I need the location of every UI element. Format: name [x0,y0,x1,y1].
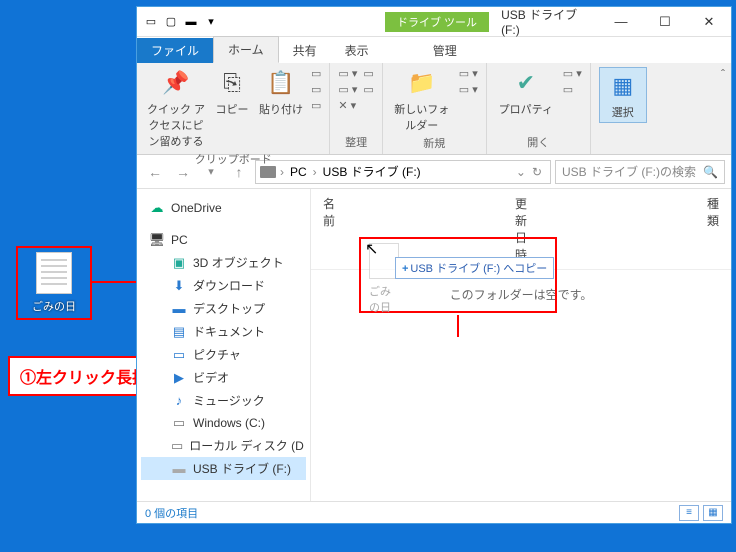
col-type[interactable]: 種類 [707,195,719,263]
tab-share[interactable]: 共有 [279,38,331,63]
cube-icon [171,255,187,271]
search-placeholder: USB ドライブ (F:)の検索 [562,163,696,180]
nav-documents[interactable]: ドキュメント [141,320,306,343]
ribbon-group-select: 選択 [591,63,655,154]
ribbon-group-open: プロパティ ▭ ▾▭ 開く [487,63,591,154]
hdd-icon [171,438,183,454]
select-icon [607,70,639,102]
properties-button[interactable]: プロパティ [495,67,557,117]
cursor-icon: ↖ [365,239,378,259]
nav-local-d[interactable]: ローカル ディスク (D [141,434,306,457]
nav-pc[interactable]: PC [141,229,306,251]
cloud-icon [149,200,165,216]
music-icon [171,393,187,409]
pin-icon [160,67,192,99]
close-button[interactable]: ✕ [687,8,731,36]
nav-videos[interactable]: ビデオ [141,366,306,389]
copy-icon [216,67,248,99]
search-icon: 🔍 [703,165,718,179]
col-name[interactable]: 名前 [323,195,335,263]
tab-file[interactable]: ファイル [137,38,213,63]
ribbon-group-clipboard: クイック アクセスにピン留めする コピー 貼り付け ▭▭▭ クリップボード [137,63,330,154]
navigation-pane: OneDrive PC 3D オブジェクト ダウンロード デスクトップ ドキュメ… [137,189,311,501]
new-small-buttons: ▭ ▾▭ ▾ [459,67,478,96]
drag-tooltip: +USB ドライブ (F:) へコピー [395,257,554,279]
tab-view[interactable]: 表示 [331,38,383,63]
context-tab-label: ドライブ ツール [385,12,489,32]
qat-icon[interactable]: ▬ [183,14,199,30]
group-label-open: 開く [495,132,582,150]
ribbon-group-organize: ▭ ▾▭ ▾✕ ▾ ▭▭ 整理 [330,63,382,154]
nav-desktop[interactable]: デスクトップ [141,297,306,320]
nav-pictures[interactable]: ピクチャ [141,343,306,366]
nav-usb-f[interactable]: USB ドライブ (F:) [141,457,306,480]
organize-buttons: ▭ ▾▭ ▾✕ ▾ [338,67,357,112]
status-text: 0 個の項目 [145,505,198,521]
nav-onedrive[interactable]: OneDrive [141,197,306,219]
explorer-window: ▭ ▢ ▬ ▾ ドライブ ツール USB ドライブ (F:) — ☐ ✕ ファイ… [136,6,732,524]
quick-access-toolbar: ▭ ▢ ▬ ▾ [137,14,225,30]
document-icon [36,252,72,294]
search-input[interactable]: USB ドライブ (F:)の検索 🔍 [555,160,725,184]
usb-icon [171,461,187,477]
nav-windows-c[interactable]: Windows (C:) [141,412,306,434]
desktop-icon-label: ごみの日 [32,298,76,314]
ghost-filename: ごみの日 [369,283,399,315]
pictures-icon [171,347,187,363]
paste-icon [265,67,297,99]
drag-ghost: ↖ +USB ドライブ (F:) へコピー ごみの日 [369,243,399,279]
titlebar: ▭ ▢ ▬ ▾ ドライブ ツール USB ドライブ (F:) — ☐ ✕ [137,7,731,37]
group-label-new: 新規 [391,133,478,151]
ribbon: ˆ クイック アクセスにピン留めする コピー 貼り付け ▭▭▭ クリップボード … [137,63,731,155]
select-button[interactable]: 選択 [599,67,647,123]
status-bar: 0 個の項目 ≡ ▦ [137,501,731,523]
organize-buttons2: ▭▭ [363,67,373,96]
folder-icon [406,67,438,99]
videos-icon [171,370,187,386]
refresh-button[interactable]: ↻ [532,165,542,179]
group-label-clipboard: クリップボード [145,149,321,167]
desktop-file-icon[interactable]: ごみの日 [16,246,92,320]
download-icon [171,278,187,294]
pin-button[interactable]: クイック アクセスにピン留めする [145,67,207,149]
documents-icon [171,324,187,340]
copy-button[interactable]: コピー [213,67,251,117]
ribbon-tabs: ファイル ホーム 共有 表示 管理 [137,37,731,63]
desktop-icon [171,301,187,317]
group-label-organize: 整理 [338,132,373,150]
nav-downloads[interactable]: ダウンロード [141,274,306,297]
hdd-icon [171,415,187,431]
content-pane[interactable]: 名前 更新日時 種類 このフォルダーは空です。 ↖ +USB ドライブ (F:)… [311,189,731,501]
maximize-button[interactable]: ☐ [643,8,687,36]
pc-icon [149,232,165,248]
address-dropdown[interactable]: ⌄ [516,165,526,179]
open-small-buttons: ▭ ▾▭ [563,67,582,96]
nav-3d-objects[interactable]: 3D オブジェクト [141,251,306,274]
ribbon-group-new: 新しいフォルダー ▭ ▾▭ ▾ 新規 [383,63,487,154]
minimize-button[interactable]: — [599,8,643,36]
annotation-connector [457,315,459,337]
qat-icon[interactable]: ▢ [163,14,179,30]
drive-icon [260,166,276,178]
breadcrumb-drive[interactable]: USB ドライブ (F:) [319,163,425,180]
qat-icon[interactable]: ▭ [143,14,159,30]
collapse-ribbon-icon[interactable]: ˆ [721,67,725,81]
new-folder-button[interactable]: 新しいフォルダー [391,67,453,133]
tab-home[interactable]: ホーム [213,36,279,63]
paste-button[interactable]: 貼り付け [257,67,305,117]
window-title: USB ドライブ (F:) [501,6,599,37]
tab-manage[interactable]: 管理 [413,38,477,63]
nav-music[interactable]: ミュージック [141,389,306,412]
check-icon [510,67,542,99]
qat-dropdown[interactable]: ▾ [203,14,219,30]
view-details-button[interactable]: ≡ [679,505,699,521]
view-icons-button[interactable]: ▦ [703,505,723,521]
clipboard-small-buttons: ▭▭▭ [311,67,321,112]
